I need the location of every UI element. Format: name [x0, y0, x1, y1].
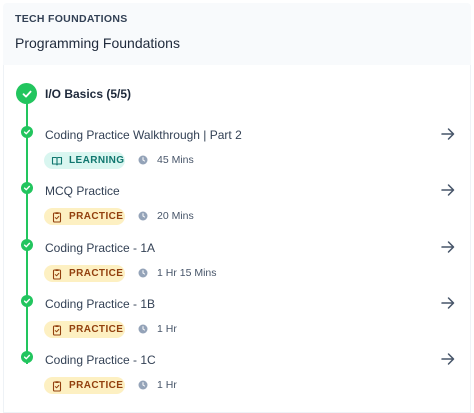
duration: 45 Mins	[138, 154, 194, 166]
clipboard-icon	[51, 324, 63, 336]
learning-badge: LEARNING	[44, 152, 125, 169]
duration-text: 45 Mins	[157, 154, 194, 166]
list-item-title[interactable]: Coding Practice - 1B	[45, 297, 155, 311]
clock-icon	[138, 155, 148, 165]
duration-text: 20 Mins	[157, 210, 194, 222]
item-complete-check-icon	[21, 295, 33, 307]
item-complete-check-icon	[21, 351, 33, 363]
module-complete-check-icon	[16, 83, 37, 104]
duration: 1 Hr	[138, 379, 177, 391]
clock-icon	[138, 380, 148, 390]
arrow-right-icon[interactable]	[440, 352, 456, 366]
course-page: TECH FOUNDATIONS Programming Foundations…	[0, 0, 474, 413]
item-complete-check-icon	[21, 126, 33, 138]
list-item-title[interactable]: MCQ Practice	[45, 184, 120, 198]
arrow-right-icon[interactable]	[440, 183, 456, 197]
badge-label: PRACTICE	[69, 380, 124, 391]
module-title[interactable]: I/O Basics (5/5)	[45, 87, 131, 101]
duration: 20 Mins	[138, 210, 194, 222]
list-item-title[interactable]: Coding Practice - 1A	[45, 241, 155, 255]
arrow-right-icon[interactable]	[440, 240, 456, 254]
practice-badge: PRACTICE	[44, 265, 125, 282]
duration-text: 1 Hr 15 Mins	[157, 267, 217, 279]
clipboard-icon	[51, 268, 63, 280]
item-complete-check-icon	[21, 239, 33, 251]
duration-text: 1 Hr	[157, 323, 177, 335]
badge-label: PRACTICE	[69, 324, 124, 335]
clock-icon	[138, 324, 148, 334]
book-icon	[51, 155, 63, 167]
course-title: Programming Foundations	[15, 35, 180, 51]
duration: 1 Hr	[138, 323, 177, 335]
duration: 1 Hr 15 Mins	[138, 267, 217, 279]
list-item-title[interactable]: Coding Practice Walkthrough | Part 2	[45, 128, 242, 142]
list-item-title[interactable]: Coding Practice - 1C	[45, 353, 156, 367]
badge-label: LEARNING	[69, 155, 125, 166]
course-category-label: TECH FOUNDATIONS	[15, 13, 128, 25]
course-header: TECH FOUNDATIONS Programming Foundations	[3, 3, 471, 65]
badge-label: PRACTICE	[69, 211, 124, 222]
practice-badge: PRACTICE	[44, 377, 125, 394]
arrow-right-icon[interactable]	[440, 127, 456, 141]
practice-badge: PRACTICE	[44, 321, 125, 338]
clipboard-icon	[51, 211, 63, 223]
item-complete-check-icon	[21, 182, 33, 194]
clock-icon	[138, 268, 148, 278]
arrow-right-icon[interactable]	[440, 296, 456, 310]
clock-icon	[138, 211, 148, 221]
duration-text: 1 Hr	[157, 379, 177, 391]
badge-label: PRACTICE	[69, 268, 124, 279]
clipboard-icon	[51, 380, 63, 392]
practice-badge: PRACTICE	[44, 208, 125, 225]
